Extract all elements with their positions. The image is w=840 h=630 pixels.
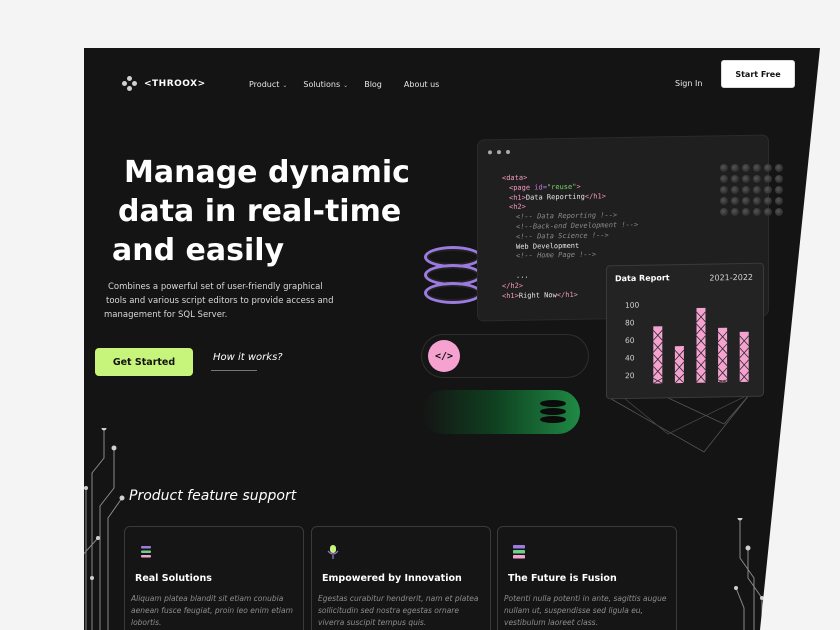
- page-edge-mask: [0, 0, 840, 630]
